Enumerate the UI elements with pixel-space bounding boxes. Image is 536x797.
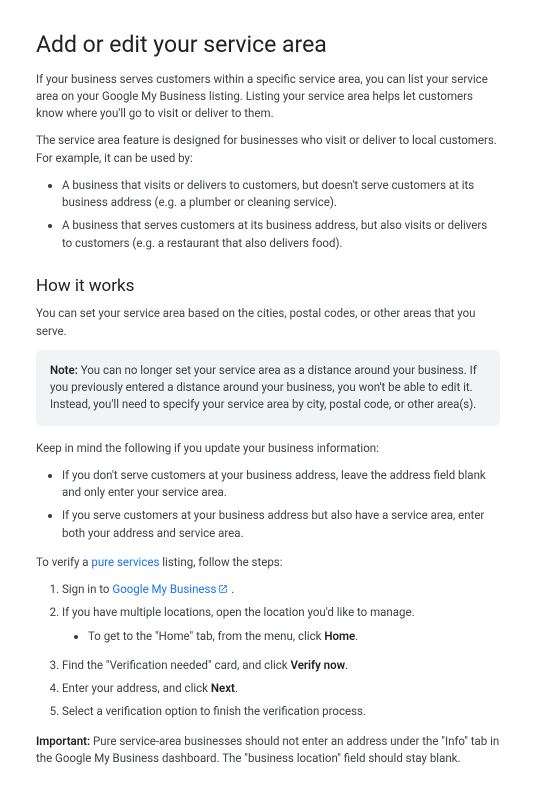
list-item: A business that serves customers at its … [62, 217, 500, 252]
intro-paragraph-1: If your business serves customers within… [36, 71, 500, 123]
list-item: If you serve customers at your business … [62, 507, 500, 542]
google-my-business-link[interactable]: Google My Business [112, 582, 228, 596]
important-label: Important: [36, 734, 90, 748]
how-it-works-heading: How it works [36, 274, 500, 300]
list-item: Sign in to Google My Business . [62, 581, 500, 598]
note-body: You can no longer set your service area … [50, 363, 477, 412]
list-item: Enter your address, and click Next. [62, 680, 500, 697]
list-item: To get to the "Home" tab, from the menu,… [88, 628, 500, 645]
list-item: A business that visits or delivers to cu… [62, 177, 500, 212]
list-item: If you don't serve customers at your bus… [62, 467, 500, 502]
important-note: Important: Pure service-area businesses … [36, 733, 500, 768]
intro-paragraph-2: The service area feature is designed for… [36, 132, 500, 167]
how-it-works-intro: You can set your service area based on t… [36, 305, 500, 340]
external-link-icon [218, 584, 228, 594]
verify-steps: Sign in to Google My Business . If you h… [36, 581, 500, 721]
note-callout: Note: You can no longer set your service… [36, 350, 500, 426]
pure-services-link[interactable]: pure services [91, 555, 159, 569]
verify-intro: To verify a pure services listing, follo… [36, 554, 500, 571]
note-label: Note: [50, 363, 78, 377]
keep-in-mind-list: If you don't serve customers at your bus… [36, 467, 500, 542]
examples-list: A business that visits or delivers to cu… [36, 177, 500, 252]
list-item: Find the "Verification needed" card, and… [62, 657, 500, 674]
list-item: Select a verification option to finish t… [62, 703, 500, 720]
list-item: If you have multiple locations, open the… [62, 604, 500, 645]
keep-in-mind-intro: Keep in mind the following if you update… [36, 440, 500, 457]
page-title: Add or edit your service area [36, 28, 500, 63]
